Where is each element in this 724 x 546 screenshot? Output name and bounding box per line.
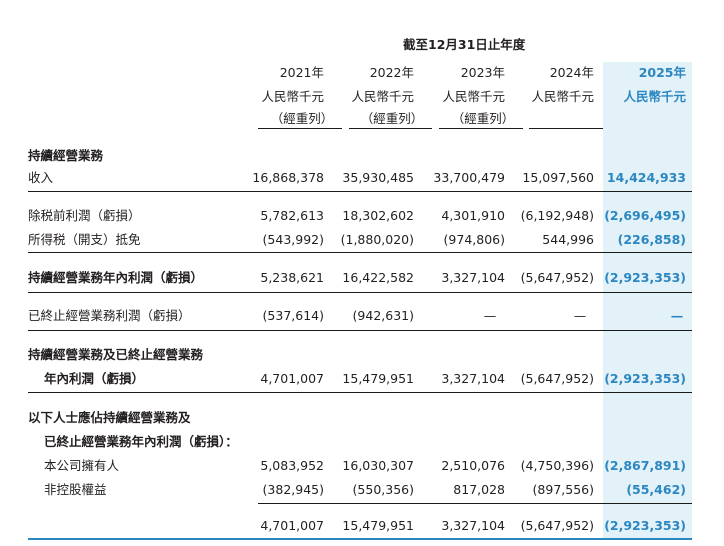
col-year-2022: 2022年 (369, 65, 414, 80)
cell: 3,327,104 (441, 371, 505, 386)
cell: (543,992) (262, 232, 324, 247)
section-attributable-2: 已終止經營業務年內利潤（虧損）： (44, 434, 238, 449)
col-note-2021: （經重列） (270, 111, 334, 126)
cell-dash: — (483, 308, 497, 323)
cell-highlight: (55,462) (626, 482, 686, 497)
header-underline-2021 (258, 128, 342, 129)
row-label-continuing-profit: 持續經營業務年內利潤（虧損） (28, 270, 204, 285)
cell: 18,302,602 (342, 208, 414, 223)
cell-dash: — (573, 308, 587, 323)
col-year-2025: 2025年 (638, 65, 686, 80)
cell: 544,996 (542, 232, 594, 247)
cell: 817,028 (453, 482, 505, 497)
col-note-2022: （經重列） (360, 111, 424, 126)
cell-highlight: (2,923,353) (604, 270, 686, 285)
cell: 4,701,007 (260, 371, 324, 386)
cell: 16,422,582 (342, 270, 414, 285)
period-header: 截至12月31日止年度 (403, 37, 526, 52)
col-unit-2021: 人民幣千元 (261, 89, 324, 104)
row-label-profit-before-tax: 除税前利潤（虧損） (28, 208, 141, 223)
cell-highlight: (2,867,891) (604, 458, 686, 473)
cell: (537,614) (262, 308, 324, 323)
row-divider (28, 252, 692, 253)
header-underline-2024 (529, 128, 603, 129)
cell: 33,700,479 (433, 170, 505, 185)
col-unit-2024: 人民幣千元 (531, 89, 594, 104)
col-unit-2022: 人民幣千元 (351, 89, 414, 104)
cell: 5,083,952 (260, 458, 324, 473)
row-label-year-profit: 年內利潤（虧損） (44, 371, 145, 386)
row-divider (28, 191, 692, 192)
cell: 16,868,378 (252, 170, 324, 185)
cell: 15,097,560 (522, 170, 594, 185)
row-divider (28, 392, 692, 393)
cell: (897,556) (532, 482, 594, 497)
section-continuing: 持續經營業務 (28, 148, 104, 163)
cell: (6,192,948) (520, 208, 594, 223)
cell: 5,782,613 (260, 208, 324, 223)
cell-total: 15,479,951 (342, 518, 414, 533)
row-label-income-tax: 所得税（開支）抵免 (28, 232, 141, 247)
cell: (382,945) (262, 482, 324, 497)
cell-total-highlight: (2,923,353) (604, 518, 686, 533)
cell-highlight: 14,424,933 (606, 170, 686, 185)
row-label-non-controlling: 非控股權益 (44, 482, 107, 497)
cell: (1,880,020) (340, 232, 414, 247)
cell-highlight: (2,923,353) (604, 371, 686, 386)
col-year-2021: 2021年 (279, 65, 324, 80)
col-unit-2025: 人民幣千元 (623, 89, 686, 104)
row-divider (28, 292, 692, 293)
col-unit-2023: 人民幣千元 (442, 89, 505, 104)
cell: 2,510,076 (441, 458, 505, 473)
cell: (550,356) (352, 482, 414, 497)
row-label-discontinued-profit: 已終止經營業務利潤（虧損） (28, 308, 191, 323)
cell-highlight: (226,858) (617, 232, 686, 247)
cell: 15,479,951 (342, 371, 414, 386)
cell-total: 4,701,007 (260, 518, 324, 533)
cell: 4,301,910 (441, 208, 505, 223)
section-attributable-1: 以下人士應佔持續經營業務及 (28, 410, 191, 425)
cell-total: (5,647,952) (520, 518, 594, 533)
row-label-owners: 本公司擁有人 (44, 458, 120, 473)
cell: (5,647,952) (520, 270, 594, 285)
col-note-2023: （經重列） (451, 111, 515, 126)
row-divider (28, 330, 692, 331)
cell: 35,930,485 (342, 170, 414, 185)
col-year-2023: 2023年 (460, 65, 505, 80)
bottom-rule (28, 538, 692, 540)
section-combined: 持續經營業務及已終止經營業務 (28, 347, 204, 362)
cell-highlight: (2,696,495) (604, 208, 686, 223)
header-underline-2023 (439, 128, 523, 129)
cell: (5,647,952) (520, 371, 594, 386)
cell: 16,030,307 (342, 458, 414, 473)
col-year-2024: 2024年 (549, 65, 594, 80)
cell: 3,327,104 (441, 270, 505, 285)
cell: (974,806) (443, 232, 505, 247)
cell: (4,750,396) (520, 458, 594, 473)
header-underline-2022 (349, 128, 432, 129)
cell-dash-highlight: — (670, 308, 684, 323)
subtotal-divider (258, 503, 692, 504)
cell: (942,631) (352, 308, 414, 323)
cell-total: 3,327,104 (441, 518, 505, 533)
cell: 5,238,621 (260, 270, 324, 285)
row-label-revenue: 收入 (28, 170, 54, 185)
